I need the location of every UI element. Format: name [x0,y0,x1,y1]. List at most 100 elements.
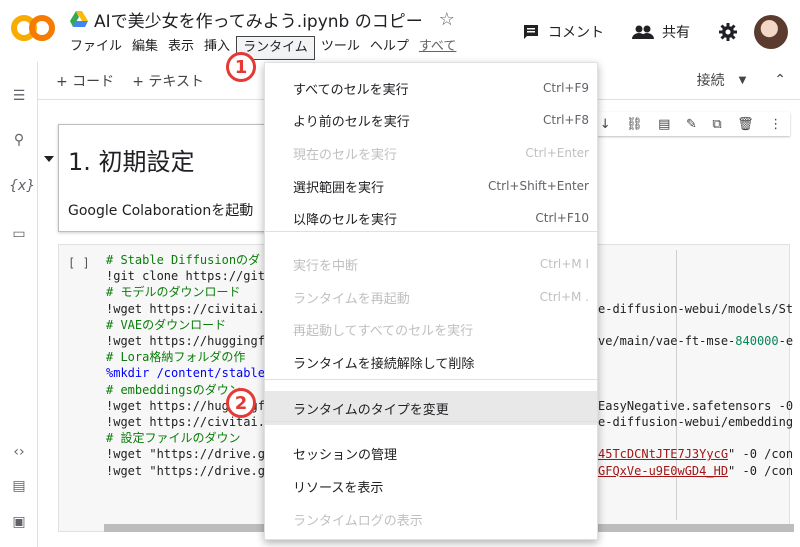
menu-item-label: ランタイムを再起動 [293,291,410,307]
code-text: e-diffusion-webui/models/St [598,301,794,316]
code-line: # embeddingsのダウン [106,382,241,397]
delete-icon[interactable]: 🗑 [737,117,754,132]
code-line-fragment: 45TcDCNtJTE7J3YycG" -0 /con [598,446,793,462]
menu-item-label: ランタイムログの表示 [293,513,423,529]
menu-item-shortcut: Ctrl+M I [539,257,589,271]
add-code-button[interactable]: + コード [56,71,114,91]
add-text-button[interactable]: + テキスト [132,71,204,91]
star-icon[interactable]: ☆ [439,9,455,30]
menu-item-label: 実行を中断 [293,258,359,274]
menu-item-label: 再起動してすべてのセルを実行 [293,323,474,339]
code-line: # VAEのダウンロード [106,317,227,332]
code-text: GFQxVe-u9E0wGD4_HD [598,463,729,478]
search-icon[interactable]: ⚲ [9,132,29,152]
code-line: # Stable Diffusionのダ [106,253,261,267]
menu-edit[interactable]: 編集 [132,36,158,60]
runtime-menu: すべてのセルを実行 Ctrl+F9 より前のセルを実行 Ctrl+F8 現在のセルを実行… [264,62,598,540]
menu-item-label: より前のセルを実行 [293,114,410,130]
menu-item-label: セッションの管理 [293,447,398,463]
menu-item-label: 以降のセルを実行 [293,212,398,228]
runtime-menu-item[interactable]: すべてのセルを実行 Ctrl+F9 [265,73,597,103]
menu-divider [265,379,597,380]
code-text: ve/main/vae-ft-mse- [598,334,736,348]
menu-item-shortcut: Ctrl+F10 [535,211,589,225]
code-line: # モデルのダウンロード [106,285,241,300]
gear-icon[interactable] [718,22,738,42]
share-button[interactable]: 共有 [632,22,690,42]
ruler-line [676,250,677,520]
code-line-fragment: GFQxVe-u9E0wGD4_HD" -0 /con [598,463,793,479]
menu-help[interactable]: ヘルプ [370,36,409,60]
menu-item-shortcut: Ctrl+Enter [525,146,589,160]
menu-item-label: 現在のセルを実行 [293,147,398,163]
avatar[interactable] [754,15,788,49]
menu-insert[interactable]: 挿入 [204,36,230,60]
code-number: 840000 [735,334,779,348]
comment-label: コメント [548,25,604,41]
comment-icon [524,25,538,39]
run-cell-button[interactable]: [ ] [68,256,90,270]
drive-icon [70,11,88,27]
people-icon [632,25,654,39]
code-line: %mkdir /content/stable [106,366,265,381]
code-line: !wget https://civitai. [106,301,265,316]
menu-tools[interactable]: ツール [321,36,360,60]
menu-item-label: ランタイムのタイプを変更 [293,402,449,418]
more-icon[interactable]: ⋮ [769,117,782,132]
code-snippets-icon[interactable]: ‹› [9,444,29,464]
comment-cell-icon[interactable]: ▤ [658,117,670,132]
runtime-menu-item: ランタイムを再起動 Ctrl+M . [265,282,597,312]
code-line-fragment: e-diffusion-webui/models/St [598,301,793,317]
colab-logo[interactable] [10,12,56,44]
runtime-menu-item: 現在のセルを実行 Ctrl+Enter [265,138,597,168]
code-text: EasyNegative.safetensors -0 [598,398,794,413]
runtime-menu-item[interactable]: ランタイムを接続解除して削除 [265,347,597,377]
menu-item-shortcut: Ctrl+F8 [543,113,589,127]
runtime-menu-item: 実行を中断 Ctrl+M I [265,249,597,279]
cell-toolbar: ↓ ⛓ ▤ ✎ ⧉ 🗑 ⋮ [592,112,790,136]
collapse-caret-icon[interactable] [44,156,54,162]
code-tail: " -0 /con [728,463,794,478]
runtime-menu-item[interactable]: 以降のセルを実行 Ctrl+F10 [265,203,597,233]
code-line-fragment: ve/main/vae-ft-mse-840000-e [598,333,793,349]
code-tail: " -0 /con [728,447,794,462]
menu-view[interactable]: 表示 [168,36,194,60]
comment-button[interactable]: コメント [522,22,604,42]
runtime-menu-item[interactable]: セッションの管理 [265,438,597,468]
runtime-menu-item: ランタイムログの表示 [265,504,597,534]
edit-icon[interactable]: ✎ [686,117,697,132]
menu-item-shortcut: Ctrl+Shift+Enter [488,179,589,193]
menu-item-label: ランタイムを接続解除して削除 [293,356,475,372]
section-description: Google Colaborationを起動 [68,203,254,219]
code-text: 45TcDCNtJTE7J3YycG [598,447,729,462]
variables-icon[interactable]: {x} [9,178,35,198]
command-palette-icon[interactable]: ▤ [9,478,29,498]
runtime-menu-item[interactable]: 選択範囲を実行 Ctrl+Shift+Enter [265,171,597,201]
move-down-icon[interactable]: ↓ [600,117,611,132]
menu-divider [265,231,597,232]
chevron-down-icon[interactable]: ▼ [739,75,747,86]
terminal-icon[interactable]: ▣ [9,514,29,534]
menu-item-shortcut: Ctrl+M . [539,290,589,304]
runtime-menu-item[interactable]: より前のセルを実行 Ctrl+F8 [265,105,597,135]
code-line: # Lora格納フォルダの作 [106,350,246,365]
code-line: !wget https://huggingf [106,334,265,348]
menu-item-label: 選択範囲を実行 [293,180,385,196]
connect-button[interactable]: 接続 [697,70,725,90]
notebook-title[interactable]: AIで美少女を作ってみよう.ipynb のコピー [94,7,423,32]
menu-file[interactable]: ファイル [70,36,122,60]
mirror-cell-icon[interactable]: ⧉ [712,117,721,132]
share-label: 共有 [662,25,690,41]
runtime-menu-item[interactable]: ランタイムのタイプを変更 [265,391,597,425]
menu-all-changes[interactable]: すべて [419,36,457,60]
link-icon[interactable]: ⛓ [626,117,643,132]
runtime-menu-item: 再起動してすべてのセルを実行 [265,314,597,344]
runtime-menu-item[interactable]: リソースを表示 [265,471,597,501]
code-line-fragment: e-diffusion-webui/embedding [598,414,793,430]
code-line: !wget "https://drive.g [106,447,265,462]
folder-icon[interactable]: ▭ [9,226,29,246]
annotation-badge-1: 1 [226,52,256,82]
code-text: e-diffusion-webui/embedding [598,415,794,429]
chevron-up-icon[interactable]: ⌃ [774,72,786,88]
toc-icon[interactable]: ☰ [9,88,29,108]
